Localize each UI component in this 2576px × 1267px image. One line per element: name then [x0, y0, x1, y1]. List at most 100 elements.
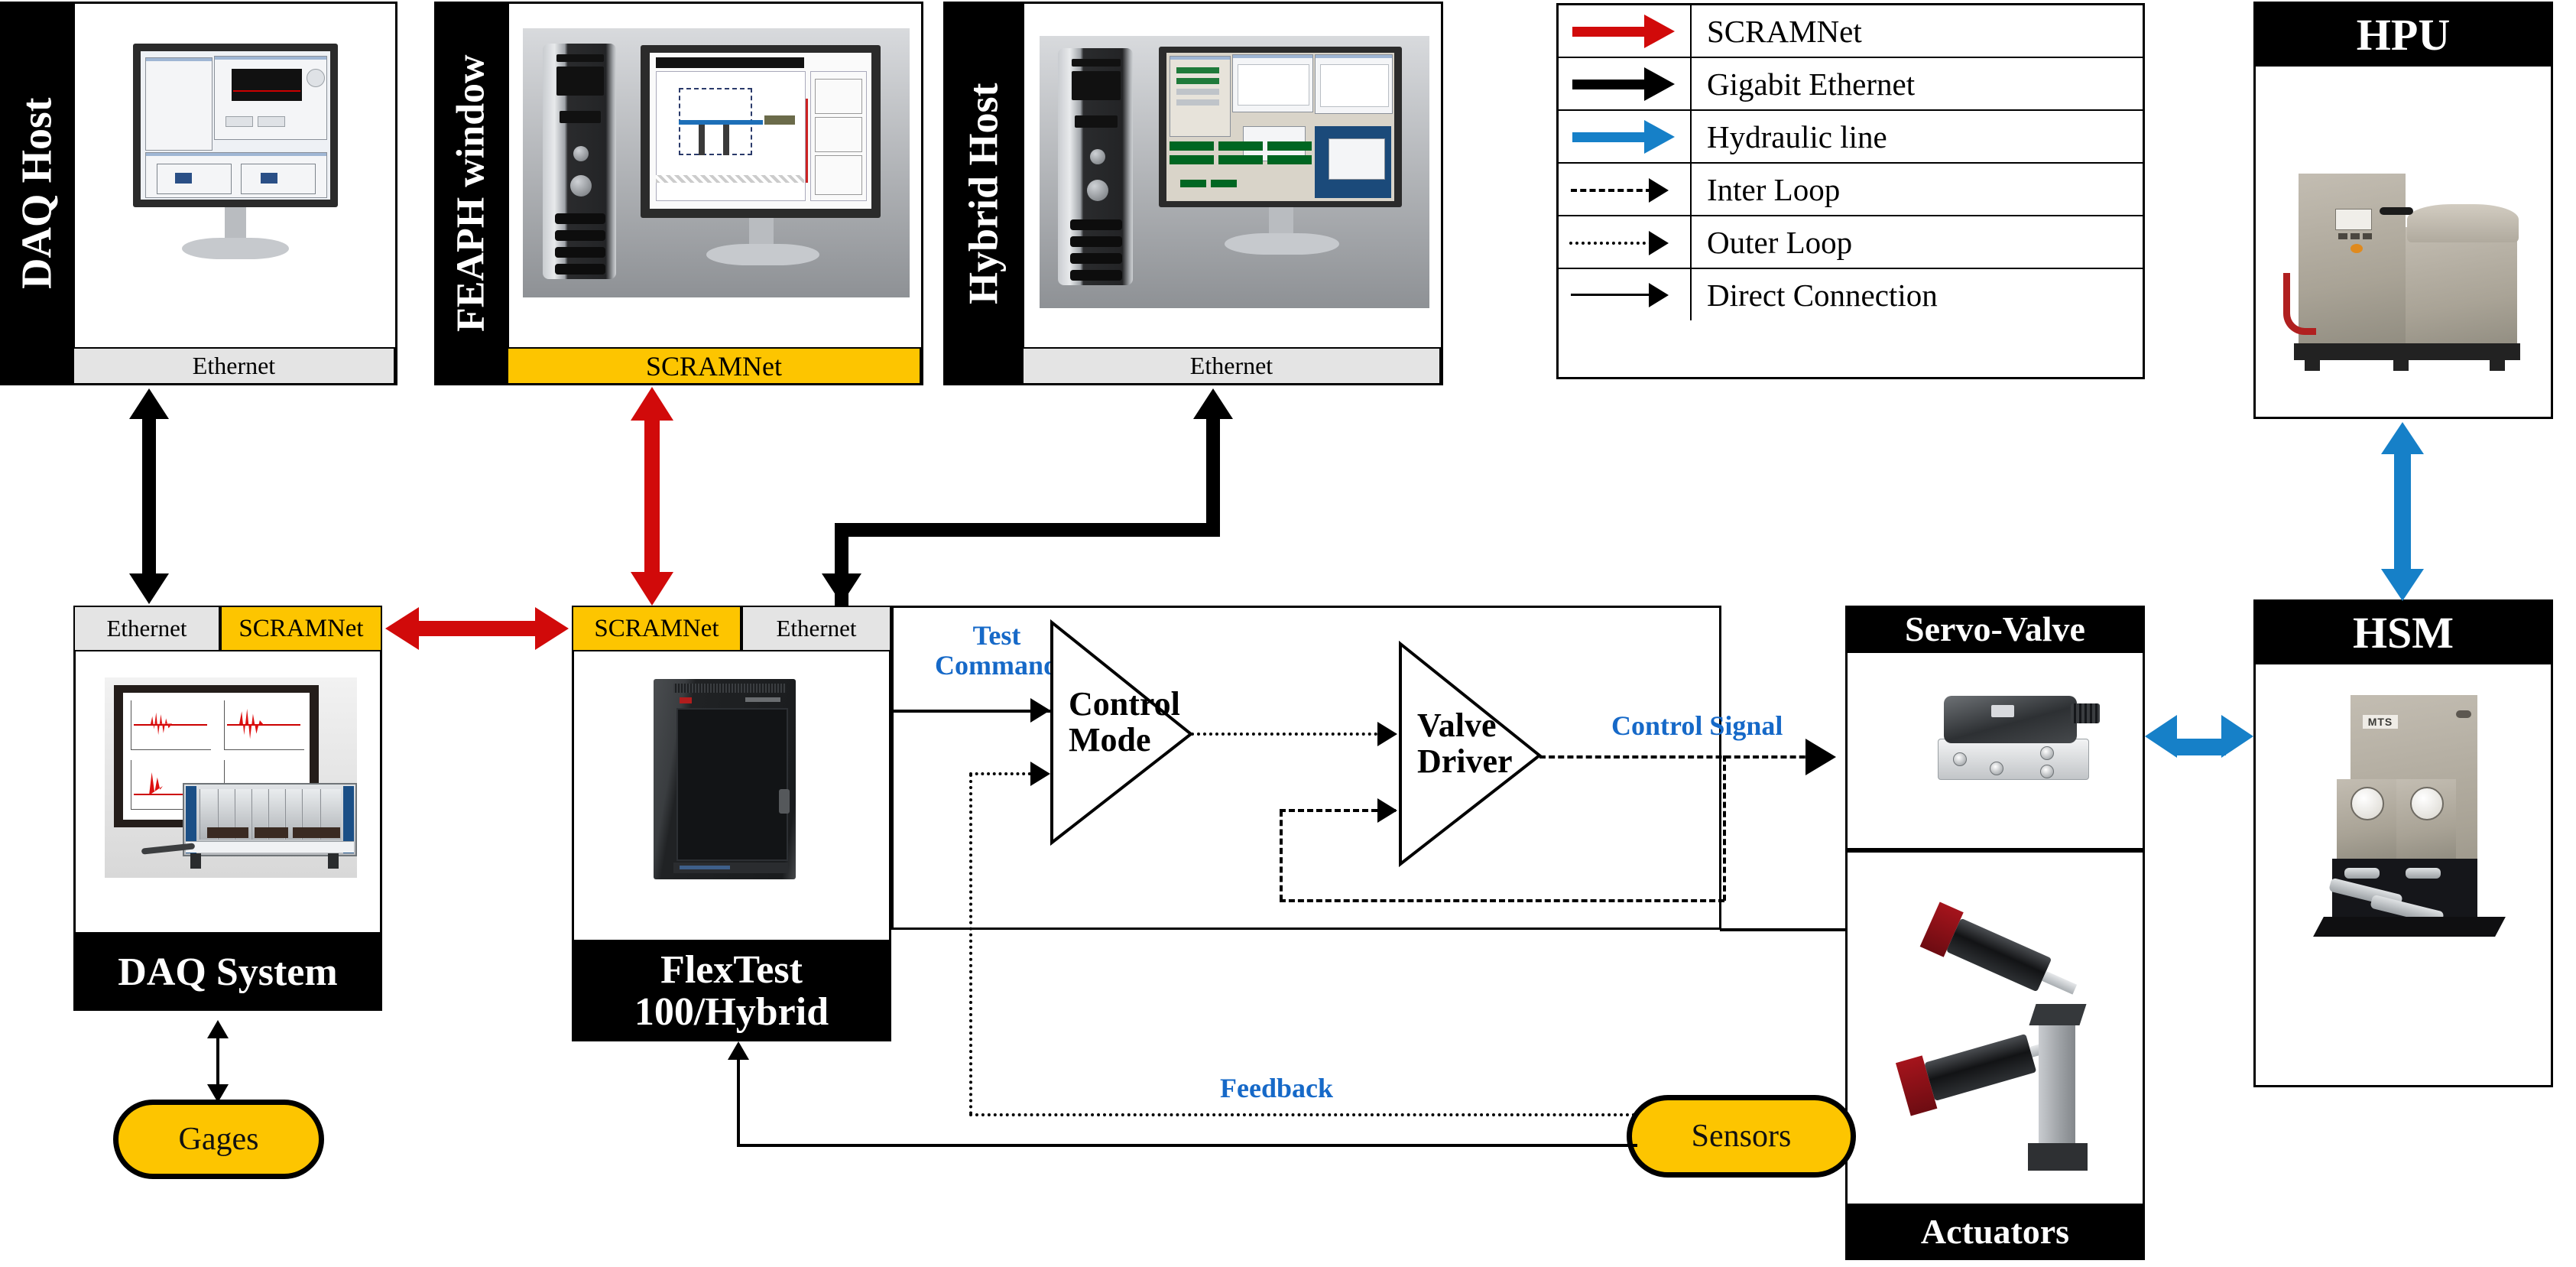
- panel-hybrid-host: Hybrid Host Ethernet: [943, 2, 1443, 385]
- inter-loop-return-riser: [1723, 755, 1726, 901]
- arrowhead-right-small: [1030, 762, 1050, 786]
- arrowhead-up: [129, 388, 169, 419]
- actuators-image: [1845, 850, 2145, 1204]
- legend-row: Direct Connection: [1559, 269, 2143, 320]
- label-feedback: Feedback: [1220, 1073, 1333, 1103]
- panel-daq-system: Ethernet SCRAMNet DAQ System: [73, 606, 382, 1037]
- arrowhead-up-small: [728, 1041, 749, 1060]
- arrowhead-up-small: [207, 1020, 229, 1038]
- arrowhead-down-small: [207, 1084, 229, 1103]
- panel-actuators: Actuators: [1845, 850, 2145, 1266]
- legend-label: Hydraulic line: [1707, 119, 1887, 154]
- flextest-title-line1: FlexTest: [660, 948, 803, 992]
- valve-driver-line2: Driver: [1417, 742, 1513, 780]
- arrowhead-left-blue: [2145, 715, 2177, 758]
- panel-hsm: HSM MTS: [2253, 599, 2553, 1087]
- direct-connection-bottom-run: [737, 1144, 1637, 1147]
- outer-loop-riser-to-control-mode: [969, 774, 972, 1115]
- connector-test-command-to-control-mode: [891, 710, 1050, 713]
- arrowhead-right-small: [1377, 798, 1397, 823]
- panel-daq-host-title: DAQ Host: [2, 4, 73, 383]
- diagram-canvas: DAQ Host Ethernet FEAPH window SCRAMNet …: [0, 0, 2576, 1267]
- connector-hybrid-host-riser: [1206, 419, 1220, 529]
- legend-icon-hydraulic-line: [1559, 111, 1692, 162]
- daq-system-scramnet-band: SCRAMNet: [220, 606, 382, 651]
- arrowhead-right-control-signal: [1805, 739, 1836, 775]
- flextest-image: [572, 651, 891, 942]
- direct-connection-riser-to-flextest: [737, 1058, 740, 1145]
- arrowhead-right-red: [535, 607, 569, 650]
- legend-label: SCRAMNet: [1707, 13, 1862, 49]
- arrowhead-up: [1193, 388, 1233, 419]
- valve-driver-label: Valve Driver: [1417, 707, 1555, 780]
- connector-flextest-to-hybrid-host-horizontal: [835, 523, 1220, 537]
- legend-icon-scramnet: [1559, 5, 1692, 57]
- arrowhead-down-blue: [2381, 569, 2424, 601]
- arrowhead-right-small: [1377, 722, 1397, 746]
- panel-feaph-window-title: FEAPH window: [436, 4, 507, 383]
- connector-feaph-to-flextest: [644, 419, 660, 577]
- legend-row: Outer Loop: [1559, 216, 2143, 269]
- panel-actuators-title: Actuators: [1845, 1204, 2145, 1260]
- legend-row: SCRAMNet: [1559, 5, 2143, 58]
- connector-daq-system-to-flextest: [419, 621, 535, 636]
- connector-daq-host-to-daq-system: [142, 417, 156, 576]
- arrowhead-down: [822, 573, 861, 604]
- panel-daq-host: DAQ Host Ethernet: [0, 2, 397, 385]
- daq-system-image: [73, 651, 382, 934]
- feaph-window-network-band: SCRAMNet: [507, 347, 921, 385]
- panel-hpu-title: HPU: [2256, 4, 2551, 67]
- control-mode-line1: Control: [1069, 685, 1180, 723]
- panel-servo-valve-title: Servo-Valve: [1845, 606, 2145, 653]
- legend-label: Direct Connection: [1707, 277, 1938, 313]
- arrowhead-left-red: [385, 607, 419, 650]
- panel-hybrid-host-title: Hybrid Host: [946, 4, 1022, 383]
- control-mode-line2: Mode: [1069, 720, 1151, 759]
- arrowhead-up-red: [631, 387, 673, 421]
- panel-hsm-title: HSM: [2256, 602, 2551, 664]
- servo-valve-image: [1845, 653, 2145, 850]
- label-control-signal: Control Signal: [1611, 710, 1783, 741]
- legend-label: Gigabit Ethernet: [1707, 66, 1916, 102]
- daq-system-ethernet-band: Ethernet: [73, 606, 220, 651]
- legend-icon-gigabit-ethernet: [1559, 58, 1692, 109]
- legend-row: Inter Loop: [1559, 164, 2143, 216]
- daq-host-image: [73, 4, 395, 347]
- connector-servo-valve-to-hsm: [2175, 739, 2226, 755]
- panel-hpu: HPU: [2253, 2, 2553, 419]
- control-block-to-servo-valve-stub: [1720, 928, 1847, 931]
- hsm-image: MTS: [2256, 664, 2551, 1085]
- flextest-ethernet-band: Ethernet: [741, 606, 891, 651]
- flextest-title-line2: 100/Hybrid: [634, 990, 829, 1034]
- panel-daq-system-title: DAQ System: [73, 934, 382, 1011]
- inter-loop-lower-run: [1280, 899, 1724, 902]
- legend-icon-inter-loop: [1559, 164, 1692, 215]
- flextest-scramnet-band: SCRAMNet: [572, 606, 741, 651]
- connector-hpu-to-hsm: [2394, 453, 2411, 570]
- arrowhead-right-blue: [2221, 715, 2253, 758]
- node-gages: Gages: [113, 1100, 324, 1179]
- legend-label: Outer Loop: [1707, 224, 1853, 260]
- legend-row: Gigabit Ethernet: [1559, 58, 2143, 111]
- panel-servo-valve: Servo-Valve: [1845, 606, 2145, 850]
- legend: SCRAMNet Gigabit Ethernet Hydraulic line…: [1556, 3, 2145, 379]
- daq-host-network-band: Ethernet: [73, 347, 395, 385]
- valve-driver-line1: Valve: [1417, 707, 1497, 744]
- feaph-window-image: [507, 4, 921, 347]
- arrowhead-up-blue: [2381, 422, 2424, 454]
- connector-valve-driver-to-servo-valve: [1539, 755, 1824, 759]
- outer-loop-feedback-run: [969, 1113, 1636, 1116]
- legend-row: Hydraulic line: [1559, 111, 2143, 164]
- legend-icon-outer-loop: [1559, 216, 1692, 268]
- node-sensors: Sensors: [1627, 1095, 1856, 1178]
- inter-loop-riser-to-valve-driver: [1280, 811, 1283, 901]
- legend-label: Inter Loop: [1707, 171, 1841, 207]
- connector-control-mode-to-valve-driver: [1191, 733, 1396, 736]
- arrowhead-right-small: [1030, 698, 1050, 723]
- hybrid-host-network-band: Ethernet: [1022, 347, 1441, 385]
- panel-flextest-title: FlexTest 100/Hybrid: [572, 942, 891, 1041]
- hpu-image: [2256, 67, 2551, 417]
- arrowhead-down-red: [631, 572, 673, 606]
- hybrid-host-image: [1022, 4, 1441, 347]
- panel-feaph-window: FEAPH window SCRAMNet: [434, 2, 923, 385]
